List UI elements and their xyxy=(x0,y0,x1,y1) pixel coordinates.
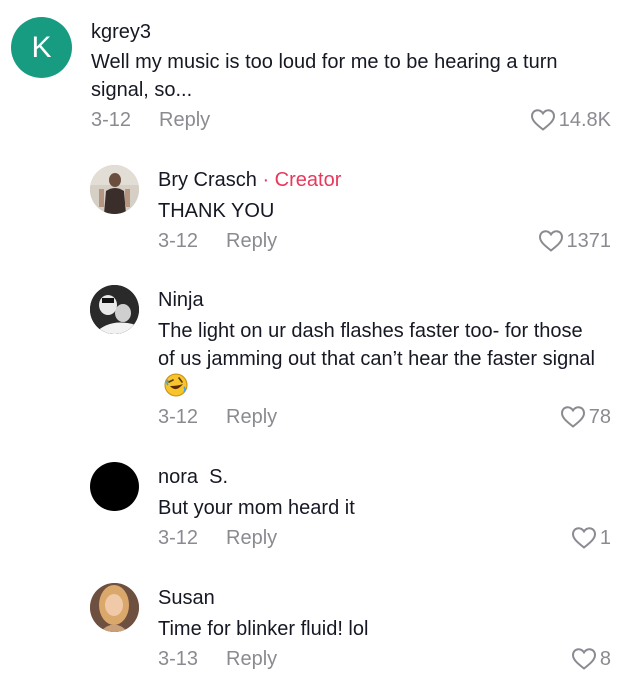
like-button[interactable]: 8 xyxy=(571,647,611,671)
reply-button[interactable]: Reply xyxy=(226,527,277,550)
like-count: 8 xyxy=(599,647,611,670)
comment-date: 3-13 xyxy=(158,648,199,670)
avatar-photo xyxy=(90,285,139,334)
username[interactable]: Susan xyxy=(158,587,215,610)
username-text: Bry Crasch xyxy=(158,169,257,191)
comment-date: 3-12 xyxy=(158,406,199,428)
reply-button[interactable]: Reply xyxy=(159,109,210,132)
comment-text: The light on ur dash flashes faster too-… xyxy=(158,317,598,401)
comment-text: But your mom heard it xyxy=(158,497,355,519)
avatar[interactable]: K xyxy=(11,17,72,78)
avatar[interactable] xyxy=(90,165,139,214)
like-button[interactable]: 14.8K xyxy=(530,108,611,132)
comment-date: 3-12 xyxy=(158,527,199,549)
like-button[interactable]: 78 xyxy=(560,405,611,429)
reply-button[interactable]: Reply xyxy=(226,406,277,429)
comment-date: 3-12 xyxy=(158,230,199,252)
rolling-laughing-emoji-icon xyxy=(164,373,188,397)
comment-text: Well my music is too loud for me to be h… xyxy=(91,51,558,101)
username[interactable]: kgrey3 xyxy=(91,21,151,44)
avatar[interactable] xyxy=(90,285,139,334)
comment-text: Time for blinker fluid! lol xyxy=(158,618,369,640)
avatar-photo xyxy=(90,165,139,214)
creator-badge: · Creator xyxy=(262,169,342,191)
like-count: 14.8K xyxy=(558,108,611,131)
like-button[interactable]: 1371 xyxy=(538,229,612,253)
avatar-letter: K xyxy=(31,30,52,64)
username[interactable]: Ninja xyxy=(158,289,204,312)
like-count: 1371 xyxy=(566,229,612,252)
heart-icon xyxy=(560,406,585,428)
like-button[interactable]: 1 xyxy=(571,526,611,550)
heart-icon xyxy=(571,648,596,670)
avatar[interactable] xyxy=(90,583,139,632)
like-count: 1 xyxy=(599,526,611,549)
username[interactable]: Bry Crasch · Creator xyxy=(158,169,341,192)
avatar[interactable] xyxy=(90,462,139,511)
heart-icon xyxy=(538,230,563,252)
reply-button[interactable]: Reply xyxy=(226,230,277,253)
heart-icon xyxy=(571,527,596,549)
avatar-photo xyxy=(90,583,139,632)
like-count: 78 xyxy=(588,405,611,428)
comment-date: 3-12 xyxy=(91,109,132,131)
reply-button[interactable]: Reply xyxy=(226,648,277,671)
heart-icon xyxy=(530,109,555,131)
username[interactable]: nora S. xyxy=(158,466,228,489)
comment-text-body: The light on ur dash flashes faster too-… xyxy=(158,320,595,370)
comment-text: THANK YOU xyxy=(158,200,275,222)
